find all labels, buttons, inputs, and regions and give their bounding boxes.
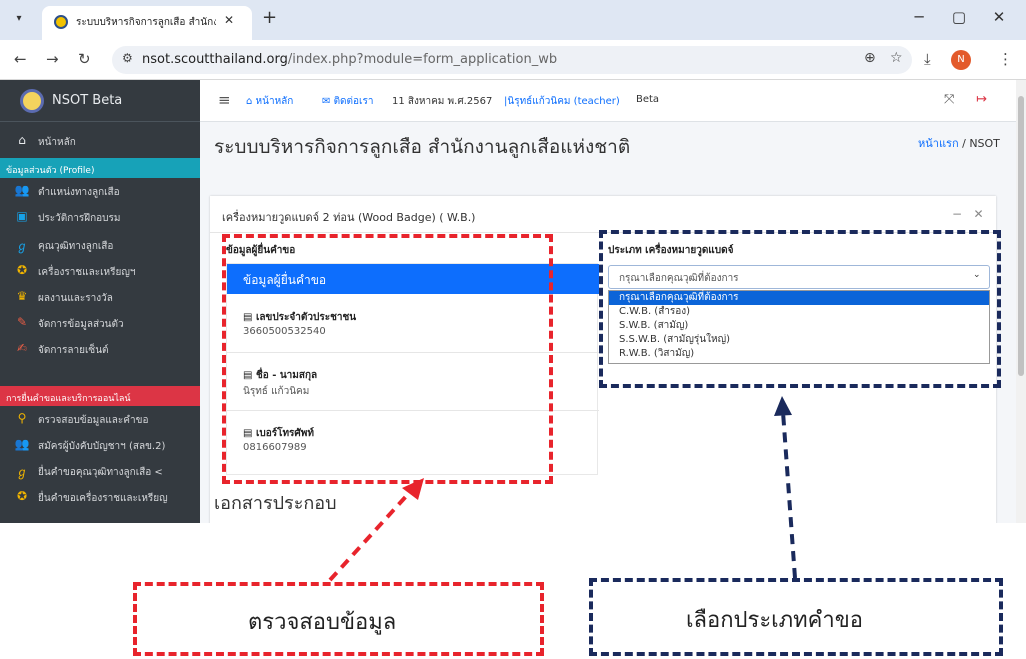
red-arrow-line xyxy=(328,490,412,582)
red-arrowhead xyxy=(402,478,424,500)
navy-arrowhead xyxy=(774,396,792,416)
callout-text-check: ตรวจสอบข้อมูล xyxy=(248,610,397,635)
navy-arrow-line xyxy=(781,411,797,579)
callout-text-select-type: เลือกประเภทคำขอ xyxy=(686,608,863,633)
annotation-arrows xyxy=(328,396,797,582)
